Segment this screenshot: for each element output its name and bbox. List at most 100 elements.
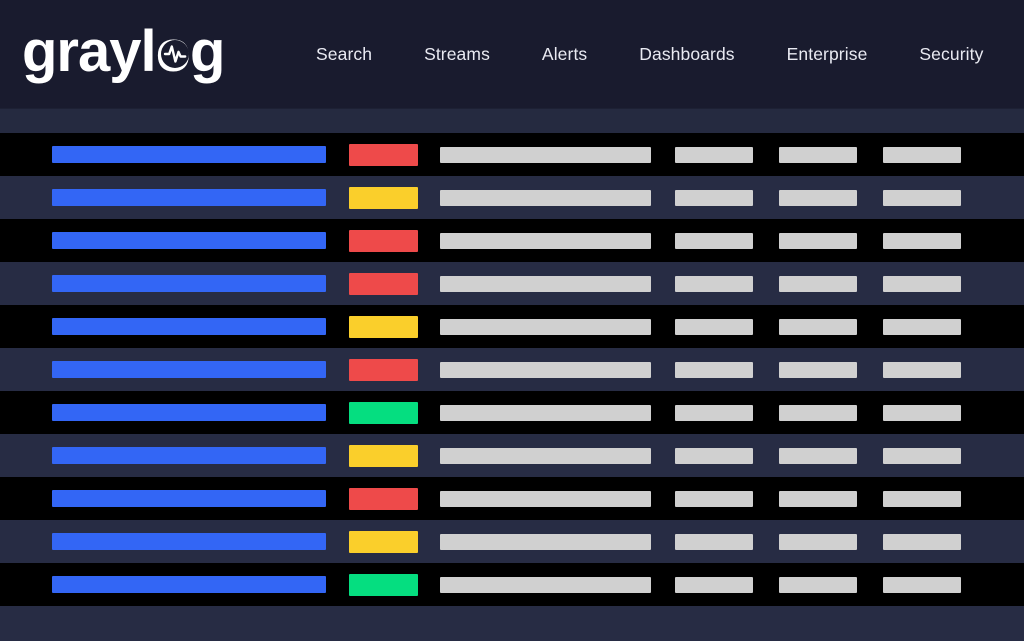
row-metric-placeholder-3 [883, 447, 961, 464]
metric-bar [779, 361, 857, 378]
table-row[interactable] [0, 262, 1024, 305]
nav-item-alerts[interactable]: Alerts [516, 38, 613, 71]
status-badge[interactable] [349, 143, 418, 166]
status-badge[interactable] [349, 272, 418, 295]
row-metric-placeholder-3 [883, 232, 961, 249]
description-bar [440, 275, 651, 292]
nav-item-search[interactable]: Search [290, 38, 398, 71]
metric-bar [883, 232, 961, 249]
table-row[interactable] [0, 563, 1024, 606]
status-badge-green [349, 401, 418, 424]
status-badge[interactable] [349, 573, 418, 596]
status-badge-red [349, 272, 418, 295]
nav-item-streams[interactable]: Streams [398, 38, 516, 71]
status-badge-red [349, 229, 418, 252]
table-row[interactable] [0, 434, 1024, 477]
metric-bar [675, 318, 753, 335]
metric-bar [779, 576, 857, 593]
row-metric-placeholder-2 [779, 533, 857, 550]
status-badge[interactable] [349, 444, 418, 467]
description-bar [440, 490, 651, 507]
row-description-placeholder [440, 146, 651, 163]
row-description-placeholder [440, 232, 651, 249]
description-bar [440, 318, 651, 335]
row-metric-placeholder-1 [675, 189, 753, 206]
footer-band [0, 606, 1024, 641]
table-row[interactable] [0, 348, 1024, 391]
table-row[interactable] [0, 219, 1024, 262]
row-title-placeholder [52, 447, 326, 464]
metric-bar [779, 318, 857, 335]
title-bar [52, 361, 326, 378]
metric-bar [779, 146, 857, 163]
title-bar [52, 447, 326, 464]
description-bar [440, 404, 651, 421]
row-description-placeholder [440, 447, 651, 464]
row-title-placeholder [52, 318, 326, 335]
status-badge[interactable] [349, 315, 418, 338]
row-metric-placeholder-3 [883, 533, 961, 550]
description-bar [440, 361, 651, 378]
row-metric-placeholder-2 [779, 490, 857, 507]
status-badge[interactable] [349, 530, 418, 553]
row-metric-placeholder-3 [883, 404, 961, 421]
row-description-placeholder [440, 533, 651, 550]
status-badge-red [349, 487, 418, 510]
row-metric-placeholder-3 [883, 318, 961, 335]
row-description-placeholder [440, 361, 651, 378]
table-row[interactable] [0, 176, 1024, 219]
pulse-heartbeat-icon [161, 40, 189, 68]
title-bar [52, 146, 326, 163]
status-badge-red [349, 358, 418, 381]
row-metric-placeholder-2 [779, 318, 857, 335]
status-badge[interactable] [349, 487, 418, 510]
metric-bar [675, 146, 753, 163]
metric-bar [779, 490, 857, 507]
metric-bar [675, 576, 753, 593]
description-bar [440, 146, 651, 163]
row-metric-placeholder-1 [675, 576, 753, 593]
row-metric-placeholder-2 [779, 576, 857, 593]
row-metric-placeholder-2 [779, 404, 857, 421]
metric-bar [883, 490, 961, 507]
status-badge-yellow [349, 186, 418, 209]
metric-bar [675, 361, 753, 378]
sub-header-band [0, 108, 1024, 133]
metric-bar [883, 275, 961, 292]
status-badge[interactable] [349, 229, 418, 252]
table-row[interactable] [0, 391, 1024, 434]
description-bar [440, 447, 651, 464]
row-metric-placeholder-1 [675, 533, 753, 550]
metric-bar [779, 189, 857, 206]
table-row[interactable] [0, 133, 1024, 176]
metric-bar [675, 490, 753, 507]
nav-item-system[interactable]: System [1009, 38, 1024, 71]
graylog-logo[interactable]: graylog [22, 23, 238, 85]
row-metric-placeholder-1 [675, 232, 753, 249]
graylog-wordmark: graylog [22, 23, 226, 84]
row-description-placeholder [440, 490, 651, 507]
title-bar [52, 275, 326, 292]
status-badge[interactable] [349, 358, 418, 381]
description-bar [440, 189, 651, 206]
table-row[interactable] [0, 477, 1024, 520]
metric-bar [675, 275, 753, 292]
row-description-placeholder [440, 404, 651, 421]
table-row[interactable] [0, 305, 1024, 348]
metric-bar [883, 404, 961, 421]
nav-item-dashboards[interactable]: Dashboards [613, 38, 760, 71]
metric-bar [779, 275, 857, 292]
title-bar [52, 232, 326, 249]
nav-item-security[interactable]: Security [893, 38, 1009, 71]
status-badge[interactable] [349, 186, 418, 209]
metric-bar [883, 361, 961, 378]
title-bar [52, 533, 326, 550]
nav-item-enterprise[interactable]: Enterprise [761, 38, 894, 71]
metric-bar [883, 189, 961, 206]
table-row[interactable] [0, 520, 1024, 563]
status-badge[interactable] [349, 401, 418, 424]
metric-bar [883, 576, 961, 593]
status-badge-yellow [349, 444, 418, 467]
metric-bar [883, 318, 961, 335]
metric-bar [779, 447, 857, 464]
